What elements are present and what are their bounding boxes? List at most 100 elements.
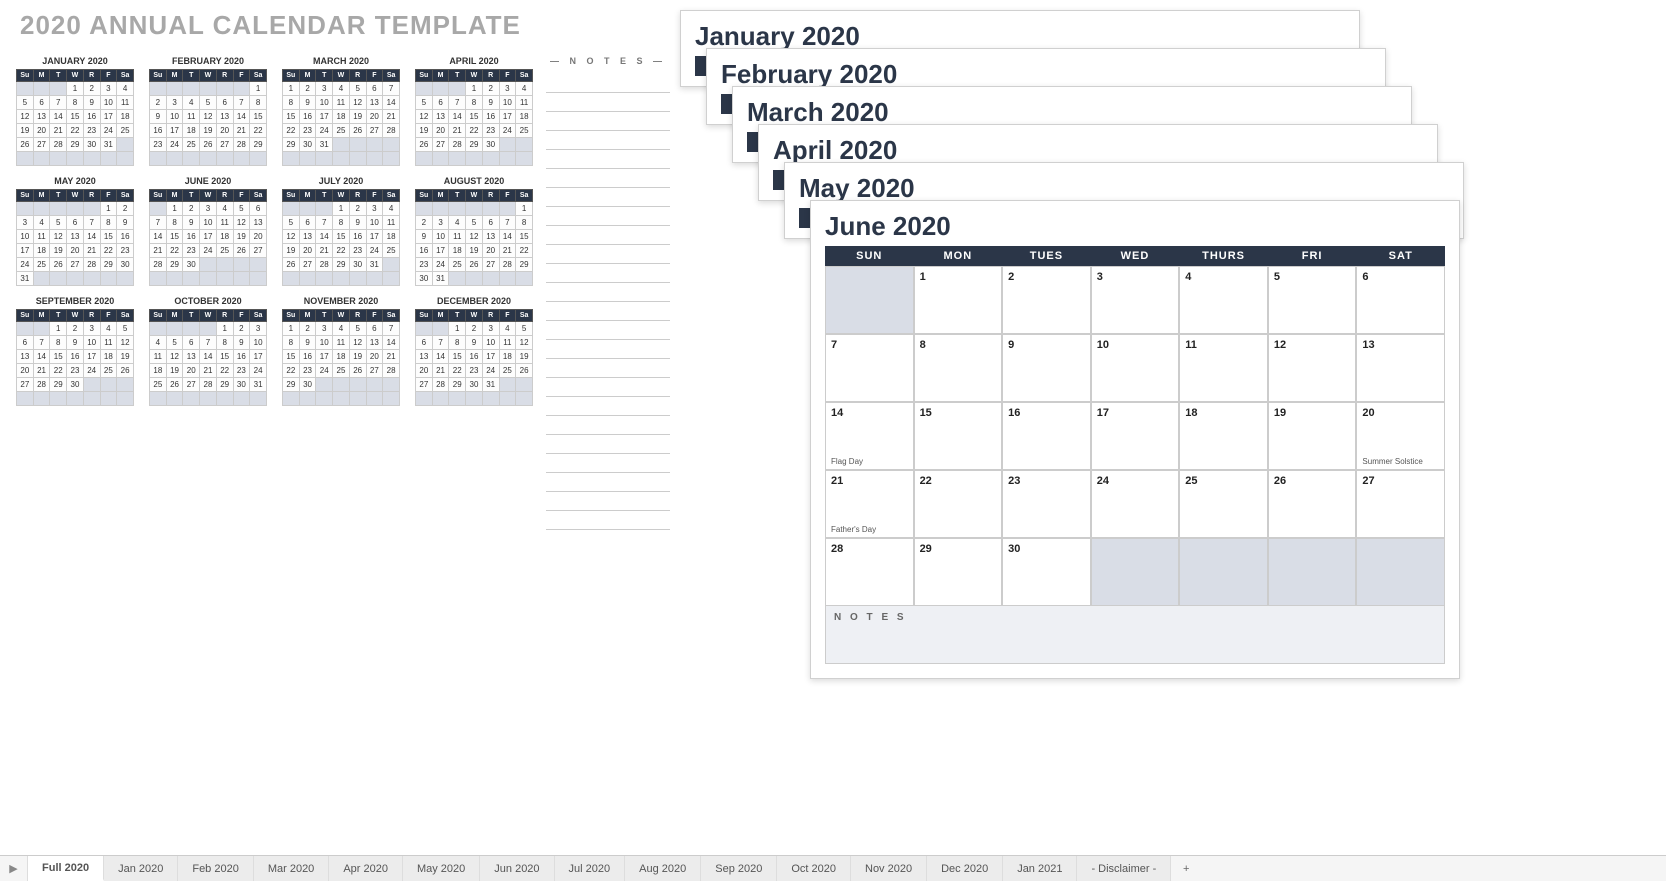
sheet-tab[interactable]: May 2020 — [403, 856, 480, 881]
notes-line[interactable] — [546, 207, 670, 226]
sheet-tab[interactable]: Oct 2020 — [777, 856, 851, 881]
notes-line[interactable] — [546, 150, 670, 169]
sheet-tab[interactable]: Aug 2020 — [625, 856, 701, 881]
mini-day-cell — [67, 202, 84, 216]
notes-line[interactable] — [546, 378, 670, 397]
day-number: 16 — [1008, 407, 1085, 419]
sheet-tab[interactable]: Jul 2020 — [555, 856, 626, 881]
mini-dow: T — [449, 190, 466, 202]
sheet-tab[interactable]: Jan 2020 — [104, 856, 178, 881]
sheet-tab[interactable]: Jan 2021 — [1003, 856, 1077, 881]
add-sheet-icon[interactable]: + — [1171, 856, 1201, 881]
sheet-tab[interactable]: Full 2020 — [28, 856, 104, 881]
notes-line[interactable] — [546, 416, 670, 435]
day-cell[interactable]: 16 — [1002, 402, 1091, 470]
mini-day-cell — [216, 392, 233, 406]
notes-line[interactable] — [546, 264, 670, 283]
day-cell[interactable]: 14Flag Day — [825, 402, 914, 470]
sheet-tab[interactable]: Jun 2020 — [480, 856, 554, 881]
sheet-tab[interactable]: Dec 2020 — [927, 856, 1003, 881]
day-cell[interactable]: 20Summer Solstice — [1356, 402, 1445, 470]
day-cell[interactable] — [1091, 538, 1180, 606]
day-cell[interactable]: 2 — [1002, 266, 1091, 334]
mini-day-cell: 29 — [50, 378, 67, 392]
day-cell[interactable] — [1268, 538, 1357, 606]
mini-day-cell — [499, 152, 516, 166]
sheet-tab[interactable]: Mar 2020 — [254, 856, 329, 881]
sheet-tab[interactable]: Nov 2020 — [851, 856, 927, 881]
mini-day-cell: 23 — [233, 364, 250, 378]
day-cell[interactable]: 3 — [1091, 266, 1180, 334]
day-cell[interactable]: 12 — [1268, 334, 1357, 402]
day-cell[interactable]: 1 — [914, 266, 1003, 334]
day-cell[interactable] — [1179, 538, 1268, 606]
notes-line[interactable] — [546, 131, 670, 150]
notes-line[interactable] — [546, 169, 670, 188]
mini-day-cell: 19 — [233, 230, 250, 244]
notes-line[interactable] — [546, 188, 670, 207]
day-cell[interactable]: 25 — [1179, 470, 1268, 538]
mini-dow: W — [333, 70, 350, 82]
notes-line[interactable] — [546, 359, 670, 378]
mini-day-cell: 5 — [166, 336, 183, 350]
day-cell[interactable]: 17 — [1091, 402, 1180, 470]
mini-day-cell: 24 — [250, 364, 267, 378]
mini-day-cell — [383, 378, 400, 392]
day-cell[interactable]: 13 — [1356, 334, 1445, 402]
day-cell[interactable]: 26 — [1268, 470, 1357, 538]
notes-line[interactable] — [546, 511, 670, 530]
day-cell[interactable]: 29 — [914, 538, 1003, 606]
notes-line[interactable] — [546, 245, 670, 264]
sheet-tab[interactable]: Feb 2020 — [178, 856, 253, 881]
day-cell[interactable]: 11 — [1179, 334, 1268, 402]
day-cell[interactable]: 28 — [825, 538, 914, 606]
top-sheet: June 2020SUNMONTUESWEDTHURSFRISAT1234567… — [810, 200, 1460, 679]
notes-line[interactable] — [546, 93, 670, 112]
day-cell[interactable]: 5 — [1268, 266, 1357, 334]
notes-line[interactable] — [546, 321, 670, 340]
day-cell[interactable]: 19 — [1268, 402, 1357, 470]
notes-line[interactable] — [546, 454, 670, 473]
mini-day-cell — [200, 392, 217, 406]
sheet-tab[interactable]: - Disclaimer - — [1077, 856, 1171, 881]
day-cell[interactable]: 27 — [1356, 470, 1445, 538]
day-cell[interactable]: 24 — [1091, 470, 1180, 538]
day-cell[interactable]: 6 — [1356, 266, 1445, 334]
notes-line[interactable] — [546, 492, 670, 511]
mini-day-cell — [50, 392, 67, 406]
day-cell[interactable]: 7 — [825, 334, 914, 402]
notes-line[interactable] — [546, 473, 670, 492]
mini-day-cell — [349, 152, 366, 166]
notes-line[interactable] — [546, 397, 670, 416]
notes-line[interactable] — [546, 112, 670, 131]
mini-day-cell: 8 — [67, 96, 84, 110]
day-cell[interactable]: 10 — [1091, 334, 1180, 402]
sheet-tab[interactable]: Sep 2020 — [701, 856, 777, 881]
month-notes[interactable]: N O T E S — [825, 606, 1445, 664]
day-cell[interactable]: 21Father's Day — [825, 470, 914, 538]
notes-line[interactable] — [546, 283, 670, 302]
day-cell[interactable]: 22 — [914, 470, 1003, 538]
mini-day-cell — [17, 392, 34, 406]
sheet-tab[interactable]: Apr 2020 — [329, 856, 403, 881]
day-number: 3 — [1097, 271, 1174, 283]
mini-day-cell — [349, 138, 366, 152]
day-cell[interactable]: 15 — [914, 402, 1003, 470]
day-cell[interactable]: 30 — [1002, 538, 1091, 606]
day-cell[interactable] — [825, 266, 914, 334]
notes-line[interactable] — [546, 226, 670, 245]
mini-day-cell: 13 — [366, 96, 383, 110]
day-cell[interactable] — [1356, 538, 1445, 606]
day-cell[interactable]: 8 — [914, 334, 1003, 402]
day-cell[interactable]: 18 — [1179, 402, 1268, 470]
notes-line[interactable] — [546, 302, 670, 321]
day-cell[interactable]: 23 — [1002, 470, 1091, 538]
mini-month: DECEMBER 2020SuMTWRFSa123456789101112131… — [415, 296, 533, 406]
day-cell[interactable]: 4 — [1179, 266, 1268, 334]
tab-nav-prev-icon[interactable]: ▶ — [0, 856, 28, 881]
notes-line[interactable] — [546, 74, 670, 93]
mini-day-cell: 5 — [233, 202, 250, 216]
day-cell[interactable]: 9 — [1002, 334, 1091, 402]
notes-line[interactable] — [546, 435, 670, 454]
notes-line[interactable] — [546, 340, 670, 359]
